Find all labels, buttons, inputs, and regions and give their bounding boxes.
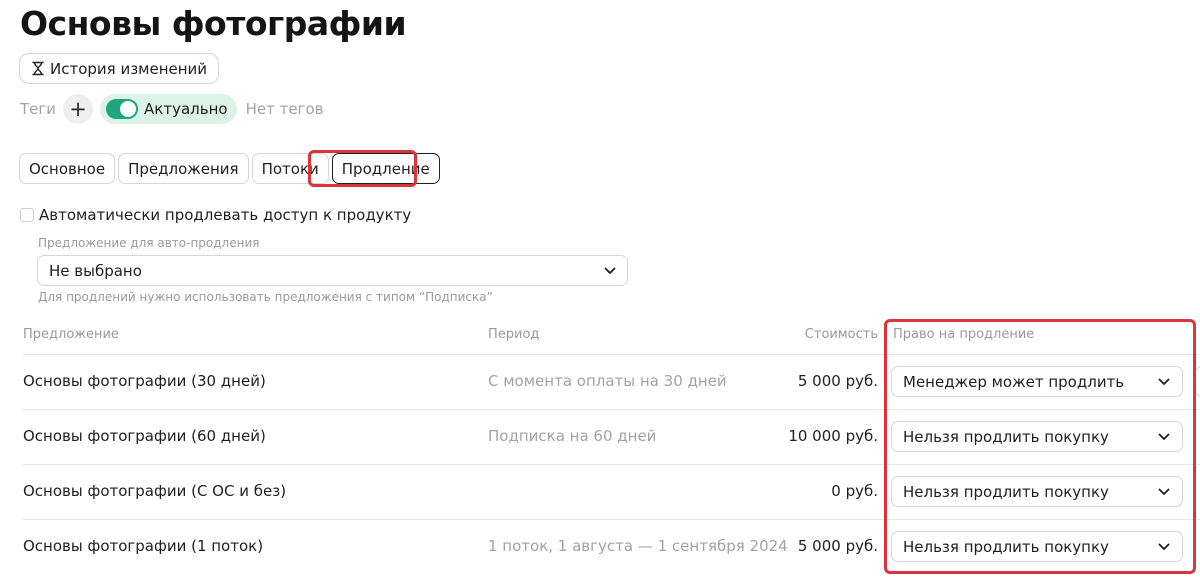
chevron-down-icon: [1158, 433, 1170, 441]
renewal-right-value: Нельзя продлить покупку: [903, 537, 1109, 556]
row-divider: [23, 464, 1200, 465]
auto-renew-checkbox[interactable]: [20, 208, 34, 222]
row-period: С момента оплаты на 30 дней: [488, 372, 727, 390]
history-button[interactable]: История изменений: [19, 53, 220, 84]
renewal-right-value: Менеджер может продлить: [903, 372, 1125, 391]
row-divider: [23, 409, 1200, 410]
tabs: Основное Предложения Потоки Продление: [19, 153, 440, 184]
row-offer-name: Основы фотографии (60 дней): [23, 427, 266, 445]
chevron-down-icon: [1158, 378, 1170, 386]
auto-renew-offer-label: Предложение для авто-продления: [38, 236, 260, 250]
tags-label: Теги: [20, 100, 57, 118]
renewal-right-value: Нельзя продлить покупку: [903, 482, 1109, 501]
status-toggle-pill[interactable]: Актуально: [100, 94, 237, 124]
no-tags-text: Нет тегов: [245, 100, 324, 118]
row-period: 1 поток, 1 августа — 1 сентября 2024: [488, 537, 788, 555]
status-label: Актуально: [144, 100, 228, 118]
chevron-down-icon: [604, 267, 616, 275]
tab-offers[interactable]: Предложения: [118, 153, 249, 184]
history-button-label: История изменений: [50, 59, 208, 78]
row-offer-name: Основы фотографии (30 дней): [23, 372, 266, 390]
renewal-right-select[interactable]: Нельзя продлить покупку: [891, 421, 1183, 452]
auto-renew-offer-hint: Для продлений нужно использовать предлож…: [38, 290, 493, 304]
hourglass-icon: [31, 61, 45, 76]
tab-renewal[interactable]: Продление: [331, 153, 440, 184]
row-price: 10 000 руб.: [788, 427, 878, 445]
tab-streams[interactable]: Потоки: [251, 153, 329, 184]
renewal-right-select[interactable]: Нельзя продлить покупку: [891, 531, 1183, 562]
plus-icon: +: [69, 96, 87, 121]
renewal-right-select[interactable]: Менеджер может продлить: [891, 366, 1183, 397]
status-toggle[interactable]: [106, 99, 139, 119]
auto-renew-option[interactable]: Автоматически продлевать доступ к продук…: [20, 206, 411, 224]
column-header-offer: Предложение: [23, 327, 119, 342]
add-tag-button[interactable]: +: [63, 94, 94, 124]
renewal-right-value: Нельзя продлить покупку: [903, 427, 1109, 446]
column-header-price: Стоимость: [804, 327, 878, 342]
row-divider: [23, 519, 1200, 520]
auto-renew-offer-value: Не выбрано: [49, 261, 142, 280]
chevron-down-icon: [1158, 543, 1170, 551]
row-price: 5 000 руб.: [797, 537, 878, 555]
tags-row: Теги + Актуально Нет тегов: [20, 94, 323, 124]
column-header-period: Период: [488, 327, 540, 342]
auto-renew-offer-select[interactable]: Не выбрано: [37, 255, 628, 286]
row-offer-name: Основы фотографии (1 поток): [23, 537, 264, 555]
row-divider: [23, 354, 1200, 355]
row-price: 5 000 руб.: [797, 372, 878, 390]
tab-main[interactable]: Основное: [19, 153, 116, 184]
auto-renew-label: Автоматически продлевать доступ к продук…: [39, 206, 412, 224]
row-offer-name: Основы фотографии (С ОС и без): [23, 482, 287, 500]
row-extra-button[interactable]: [1195, 366, 1200, 397]
column-header-renewal-right: Право на продление: [893, 327, 1035, 342]
chevron-down-icon: [1158, 488, 1170, 496]
row-price: 0 руб.: [831, 482, 878, 500]
row-period: Подписка на 60 дней: [488, 427, 657, 445]
page-title: Основы фотографии: [20, 4, 407, 43]
renewal-right-select[interactable]: Нельзя продлить покупку: [891, 476, 1183, 507]
